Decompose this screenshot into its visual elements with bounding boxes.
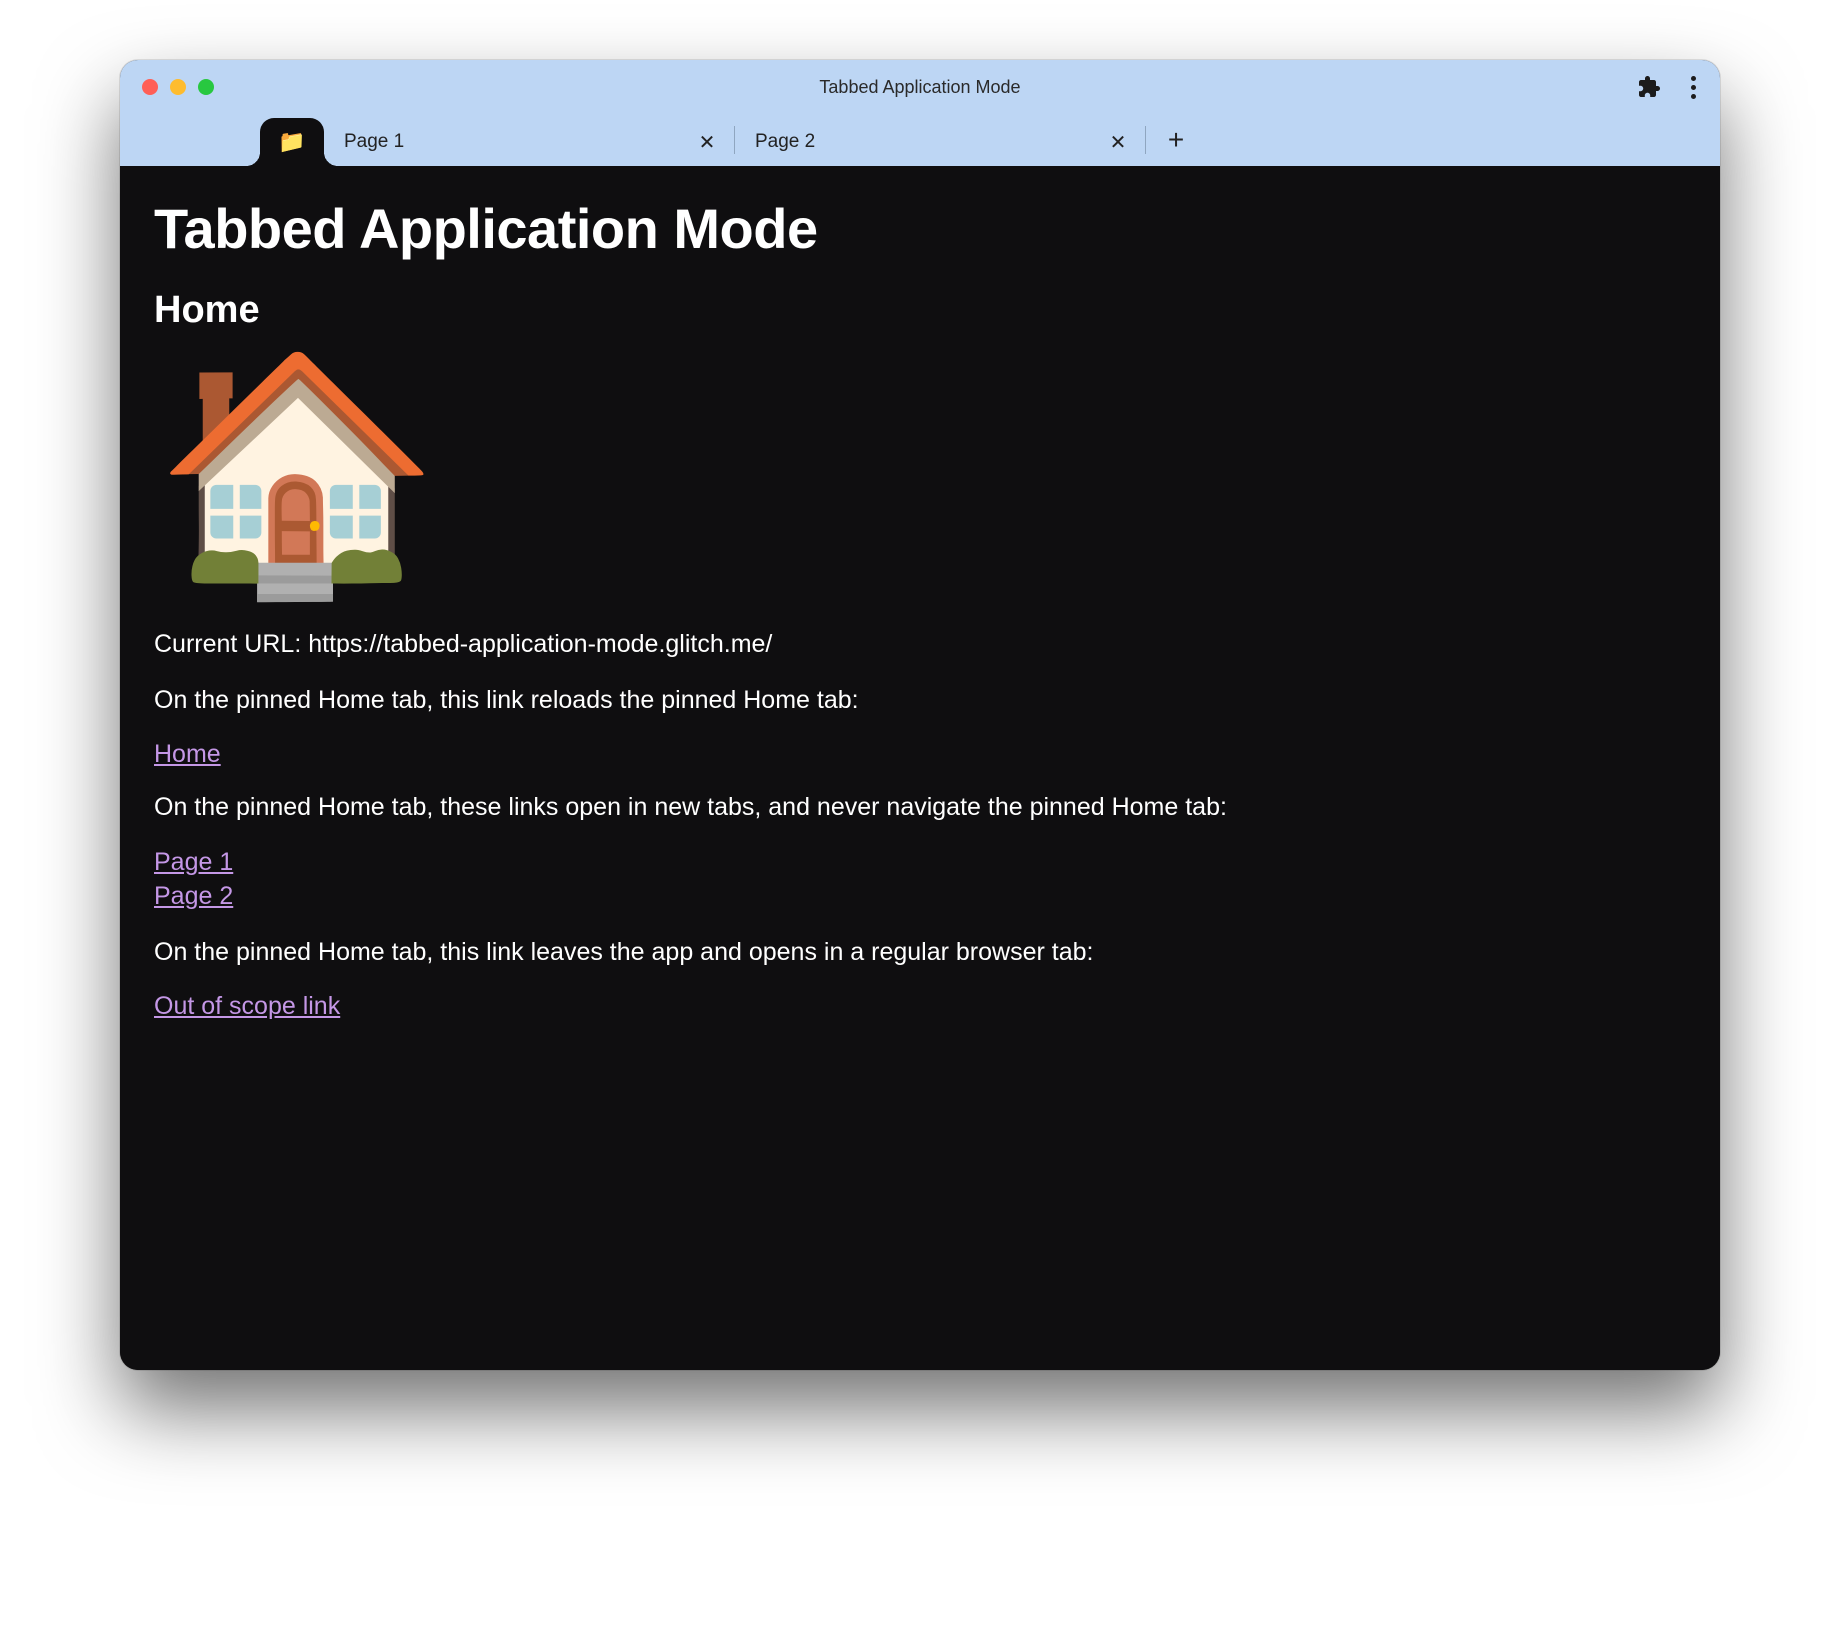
- page-subtitle: Home: [154, 289, 1686, 332]
- tab-page-2[interactable]: Page 2 ✕: [735, 118, 1145, 166]
- new-tab-button[interactable]: +: [1156, 120, 1196, 160]
- house-icon: 🏠: [154, 358, 1686, 588]
- close-tab-icon[interactable]: ✕: [1105, 129, 1131, 155]
- pinned-home-tab[interactable]: 📁: [260, 118, 324, 166]
- window-controls: [142, 79, 214, 95]
- window-title: Tabbed Application Mode: [120, 77, 1720, 98]
- current-url-value: https://tabbed-application-mode.glitch.m…: [308, 630, 772, 658]
- close-tab-icon[interactable]: ✕: [694, 129, 720, 155]
- paragraph-new-tabs: On the pinned Home tab, these links open…: [154, 791, 1686, 825]
- tab-separator: [1145, 126, 1146, 154]
- paragraph-out-of-scope: On the pinned Home tab, this link leaves…: [154, 936, 1686, 970]
- close-window-button[interactable]: [142, 79, 158, 95]
- tab-label: Page 1: [344, 131, 694, 153]
- app-window: Tabbed Application Mode 📁 Page 1 ✕ P: [120, 60, 1720, 1370]
- link-page-2[interactable]: Page 2: [154, 880, 1686, 914]
- link-out-of-scope[interactable]: Out of scope link: [154, 992, 340, 1021]
- page-title: Tabbed Application Mode: [154, 196, 1686, 261]
- page-content: Tabbed Application Mode Home 🏠 Current U…: [120, 166, 1720, 1370]
- tab-label: Page 2: [755, 131, 1105, 153]
- current-url-line: Current URL: https://tabbed-application-…: [154, 628, 1686, 662]
- tab-strip: 📁 Page 1 ✕ Page 2 ✕ +: [120, 114, 1720, 166]
- link-page-1[interactable]: Page 1: [154, 846, 1686, 880]
- minimize-window-button[interactable]: [170, 79, 186, 95]
- current-url-label: Current URL:: [154, 630, 308, 658]
- maximize-window-button[interactable]: [198, 79, 214, 95]
- app-menu-button[interactable]: [1685, 70, 1702, 105]
- tab-page-1[interactable]: Page 1 ✕: [324, 118, 734, 166]
- folder-icon: 📁: [278, 131, 305, 153]
- titlebar: Tabbed Application Mode: [120, 60, 1720, 114]
- paragraph-home-reload: On the pinned Home tab, this link reload…: [154, 684, 1686, 718]
- extensions-icon[interactable]: [1637, 75, 1661, 99]
- link-home[interactable]: Home: [154, 740, 221, 769]
